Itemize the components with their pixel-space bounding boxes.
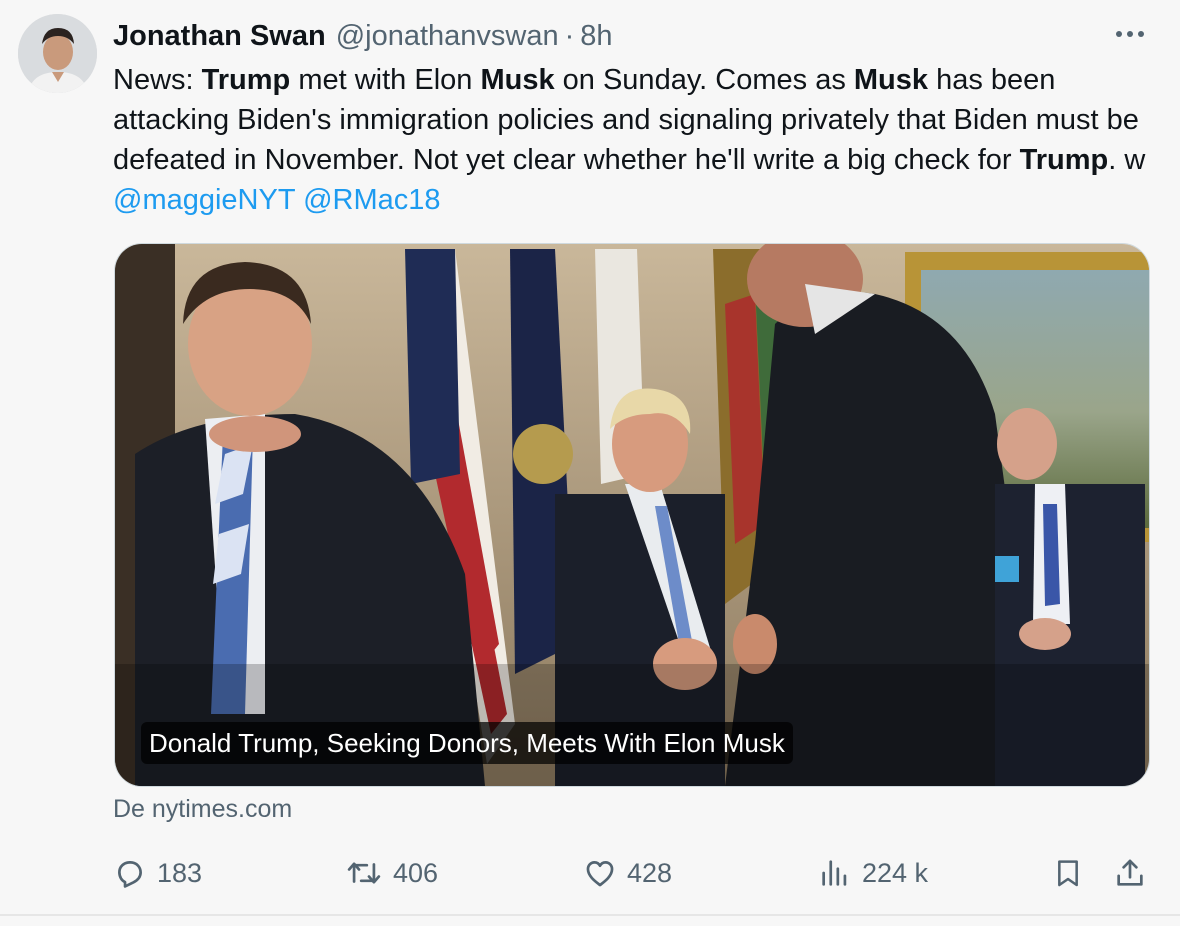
action-bar: 183 406 428 224 k: [0, 848, 1180, 898]
reply-button[interactable]: 183: [113, 848, 202, 898]
timestamp[interactable]: 8h: [580, 20, 612, 53]
tweet: Jonathan Swan @jonathanvswan · 8h News: …: [0, 0, 1180, 916]
mention-rmac18[interactable]: @RMac18: [303, 184, 440, 216]
more-options-icon[interactable]: [1112, 22, 1148, 46]
tweet-header: Jonathan Swan @jonathanvswan · 8h: [113, 16, 613, 56]
text-segment: on Sunday. Comes as: [554, 64, 854, 96]
views-count: 224 k: [862, 857, 929, 888]
divider: [0, 914, 1180, 916]
card-photo: [115, 244, 1149, 786]
text-bold-trump: Trump: [201, 64, 291, 96]
repost-count: 406: [393, 857, 439, 888]
like-count: 428: [627, 857, 673, 888]
heart-icon: [586, 861, 614, 887]
text-bold-trump: Trump: [1019, 144, 1109, 176]
text-segment: . w: [1108, 144, 1146, 176]
link-card[interactable]: Donald Trump, Seeking Donors, Meets With…: [114, 243, 1150, 787]
repost-button[interactable]: 406: [345, 848, 438, 898]
repost-icon: [347, 862, 381, 884]
bookmark-icon: [1058, 860, 1078, 887]
author-handle[interactable]: @jonathanvswan: [336, 20, 559, 53]
like-button[interactable]: 428: [583, 848, 672, 898]
share-button[interactable]: [1113, 848, 1147, 898]
card-caption: Donald Trump, Seeking Donors, Meets With…: [141, 722, 793, 764]
reply-icon: [118, 861, 142, 888]
separator-dot: ·: [564, 19, 575, 52]
views-button[interactable]: 224 k: [818, 848, 928, 898]
text-bold-musk: Musk: [480, 64, 555, 96]
share-icon: [1117, 859, 1143, 886]
author-name[interactable]: Jonathan Swan: [113, 20, 326, 53]
tweet-text: News: Trump met with Elon Musk on Sunday…: [113, 60, 1163, 220]
text-segment: News:: [113, 64, 202, 96]
bar-chart-icon: [822, 860, 847, 886]
avatar[interactable]: [18, 14, 97, 93]
text-bold-musk: Musk: [853, 64, 929, 96]
reply-count: 183: [157, 857, 203, 888]
bookmark-button[interactable]: [1052, 848, 1084, 898]
text-segment: met with Elon: [290, 64, 481, 96]
card-source[interactable]: De nytimes.com: [113, 795, 292, 824]
mention-maggienyt[interactable]: @maggieNYT: [113, 184, 295, 216]
